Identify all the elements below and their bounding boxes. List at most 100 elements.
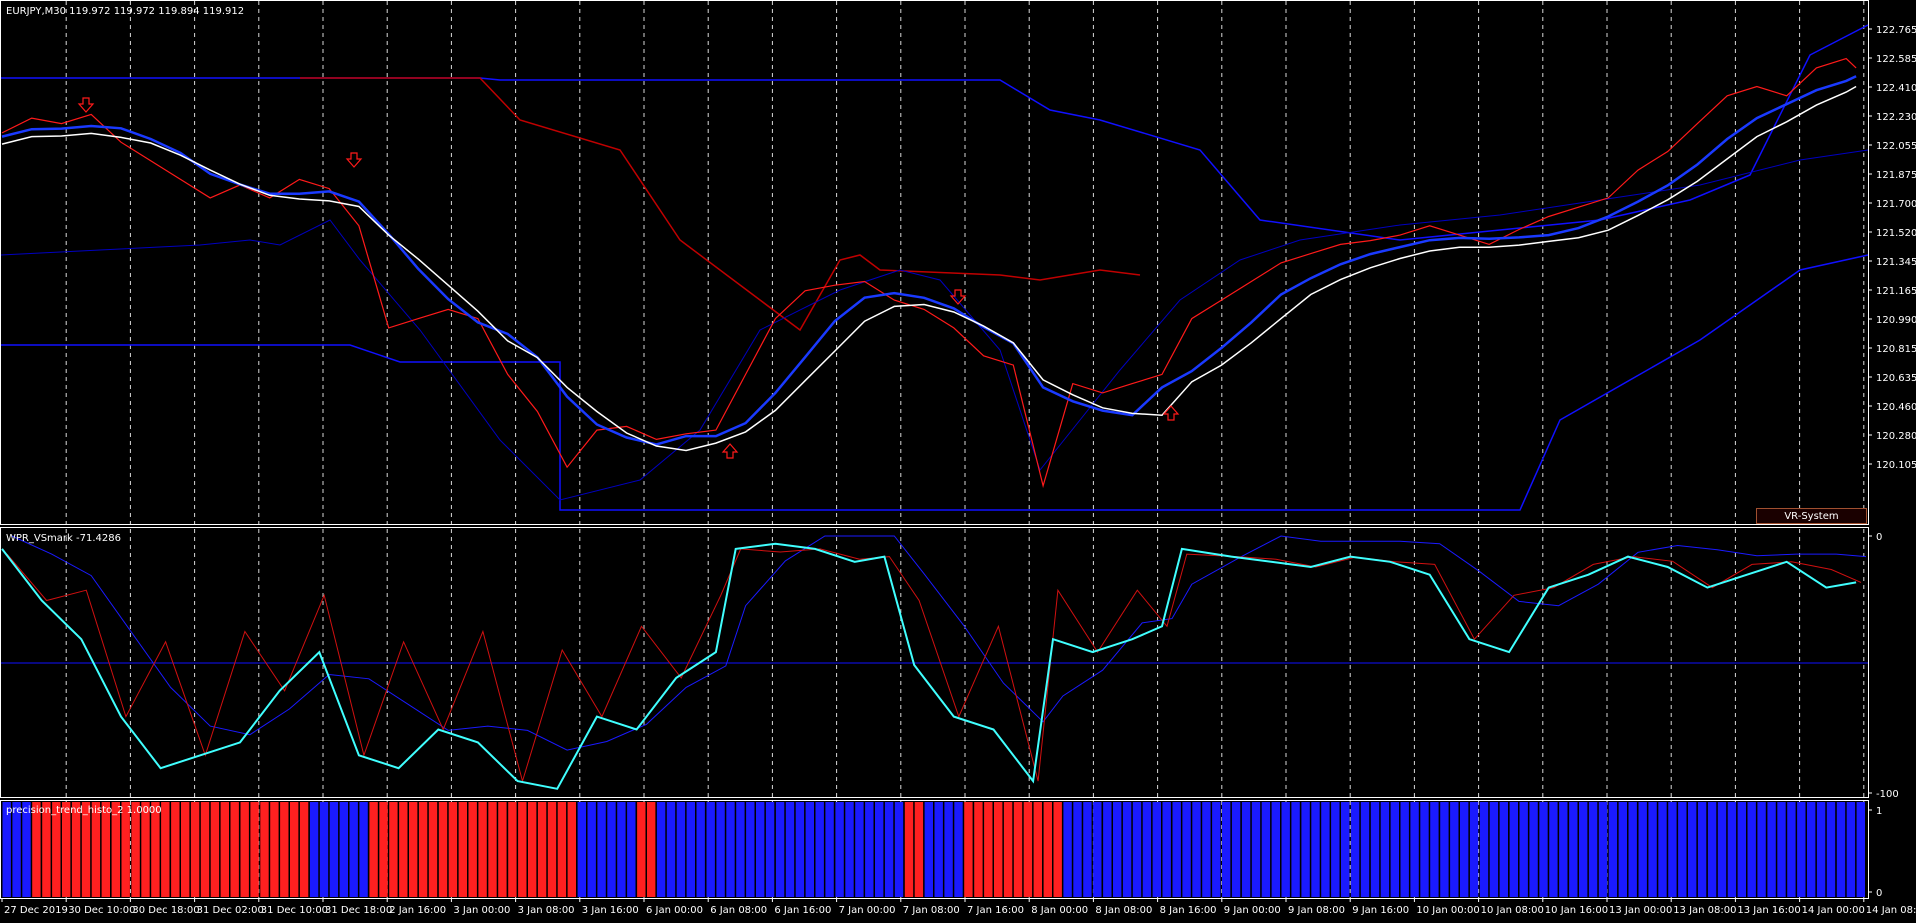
chart-svg[interactable]: EURJPY,M30 119.972 119.972 119.894 119.9… bbox=[0, 0, 1916, 919]
time-tick-label: 9 Jan 00:00 bbox=[1224, 905, 1281, 916]
histo-bar bbox=[458, 802, 467, 897]
histo-bar bbox=[1668, 802, 1677, 897]
histo-bar bbox=[1063, 802, 1072, 897]
histo-bar bbox=[587, 802, 596, 897]
price-tick-label: 120.280 bbox=[1876, 431, 1916, 442]
histo-bar bbox=[379, 802, 388, 897]
time-tick-label: 27 Dec 2019 bbox=[4, 905, 68, 916]
price-tick-label: 122.055 bbox=[1876, 141, 1916, 152]
histo-bar bbox=[181, 802, 190, 897]
time-tick-label: 13 Jan 08:00 bbox=[1673, 905, 1736, 916]
time-tick-label: 8 Jan 08:00 bbox=[1095, 905, 1152, 916]
histo-bar bbox=[42, 802, 51, 897]
histo-bar bbox=[1499, 802, 1508, 897]
histo-bar bbox=[190, 802, 200, 897]
histo-bar bbox=[894, 802, 904, 897]
histo-bar bbox=[1767, 802, 1776, 897]
price-tick-label: 120.990 bbox=[1876, 315, 1916, 326]
histo-bar bbox=[438, 802, 448, 897]
histo-bar bbox=[1073, 802, 1082, 897]
price-tick-label: 120.105 bbox=[1876, 460, 1916, 471]
histo-bar bbox=[240, 802, 249, 897]
histo-bar bbox=[1003, 802, 1013, 897]
histo-bar bbox=[121, 802, 130, 897]
time-tick-label: 9 Jan 08:00 bbox=[1288, 905, 1345, 916]
histo-bar bbox=[468, 802, 477, 897]
time-tick-label: 10 Jan 08:00 bbox=[1481, 905, 1544, 916]
histo-bar bbox=[1598, 802, 1608, 897]
histo-bar bbox=[111, 802, 120, 897]
histo-bar bbox=[785, 802, 795, 897]
histo-bar bbox=[637, 802, 646, 897]
histo-bar bbox=[339, 802, 348, 897]
histo-bar bbox=[924, 802, 933, 897]
histo-bar bbox=[1549, 802, 1558, 897]
histo-title-label: precision_trend_histo_2 1.0000 bbox=[6, 805, 162, 816]
histo-bar bbox=[151, 802, 160, 897]
histo-bar bbox=[1569, 802, 1578, 897]
histo-bar bbox=[1271, 802, 1280, 897]
histo-bar bbox=[1638, 802, 1647, 897]
histo-bar bbox=[1301, 802, 1310, 897]
histo-bar bbox=[210, 802, 220, 897]
histo-bar bbox=[200, 802, 210, 897]
histo-bar bbox=[1341, 802, 1350, 897]
histo-bar bbox=[1559, 802, 1568, 897]
histo-bar bbox=[389, 802, 398, 897]
histo-bar bbox=[1162, 802, 1171, 897]
histo-bar bbox=[736, 802, 745, 897]
histo-bar bbox=[1291, 802, 1300, 897]
histo-bar bbox=[1797, 802, 1806, 897]
trading-chart[interactable]: EURJPY,M30 119.972 119.972 119.894 119.9… bbox=[0, 0, 1916, 919]
time-tick-label: 7 Jan 08:00 bbox=[903, 905, 960, 916]
time-tick-label: 3 Jan 00:00 bbox=[453, 905, 510, 916]
histo-bar bbox=[1350, 802, 1360, 897]
histo-bar bbox=[914, 802, 924, 897]
vr-system-button[interactable]: VR-System bbox=[1756, 508, 1867, 524]
time-tick-label: 31 Dec 02:00 bbox=[197, 905, 264, 916]
time-tick-label: 10 Jan 16:00 bbox=[1545, 905, 1608, 916]
time-tick-label: 10 Jan 00:00 bbox=[1416, 905, 1479, 916]
histo-bar bbox=[1608, 802, 1618, 897]
time-tick-label: 30 Dec 18:00 bbox=[132, 905, 199, 916]
histo-bar bbox=[607, 802, 616, 897]
histo-bar bbox=[2, 802, 11, 897]
histo-bar bbox=[1539, 802, 1548, 897]
price-tick-label: 122.585 bbox=[1876, 54, 1916, 65]
histo-bar bbox=[528, 802, 537, 897]
histo-bar bbox=[299, 802, 309, 897]
histo-bar bbox=[359, 802, 368, 897]
time-tick-label: 13 Jan 16:00 bbox=[1737, 905, 1800, 916]
histo-bar bbox=[1311, 802, 1320, 897]
histo-bar bbox=[1688, 802, 1697, 897]
histo-bar bbox=[1370, 802, 1380, 897]
histo-bar bbox=[1033, 802, 1042, 897]
price-tick-label: 121.345 bbox=[1876, 257, 1916, 268]
symbol-info-label: EURJPY,M30 119.972 119.972 119.894 119.9… bbox=[6, 6, 244, 17]
histo-bar bbox=[1241, 802, 1251, 897]
histo-bar bbox=[1251, 802, 1261, 897]
time-tick-label: 14 Jan 00:00 bbox=[1802, 905, 1865, 916]
time-tick-label: 6 Jan 16:00 bbox=[774, 905, 831, 916]
histo-bar bbox=[1697, 802, 1707, 897]
histo-bar bbox=[32, 802, 41, 897]
histo-bar bbox=[1410, 802, 1419, 897]
histo-bar bbox=[944, 802, 953, 897]
histo-bar bbox=[557, 802, 567, 897]
histo-bar bbox=[855, 802, 864, 897]
time-tick-label: 3 Jan 08:00 bbox=[518, 905, 575, 916]
histo-bar bbox=[1450, 802, 1459, 897]
histo-bar bbox=[1529, 802, 1538, 897]
histo-bar bbox=[52, 802, 61, 897]
histo-bar bbox=[567, 802, 576, 897]
histo-bar bbox=[1152, 802, 1161, 897]
histo-bar bbox=[290, 802, 299, 897]
histo-bar bbox=[399, 802, 408, 897]
histo-bar bbox=[984, 802, 993, 897]
histo-bar bbox=[1083, 802, 1092, 897]
histo-bar bbox=[319, 802, 329, 897]
histo-bar bbox=[280, 802, 289, 897]
histo-bar bbox=[1192, 802, 1201, 897]
histo-bar bbox=[934, 802, 943, 897]
time-tick-label: 31 Dec 10:00 bbox=[261, 905, 328, 916]
